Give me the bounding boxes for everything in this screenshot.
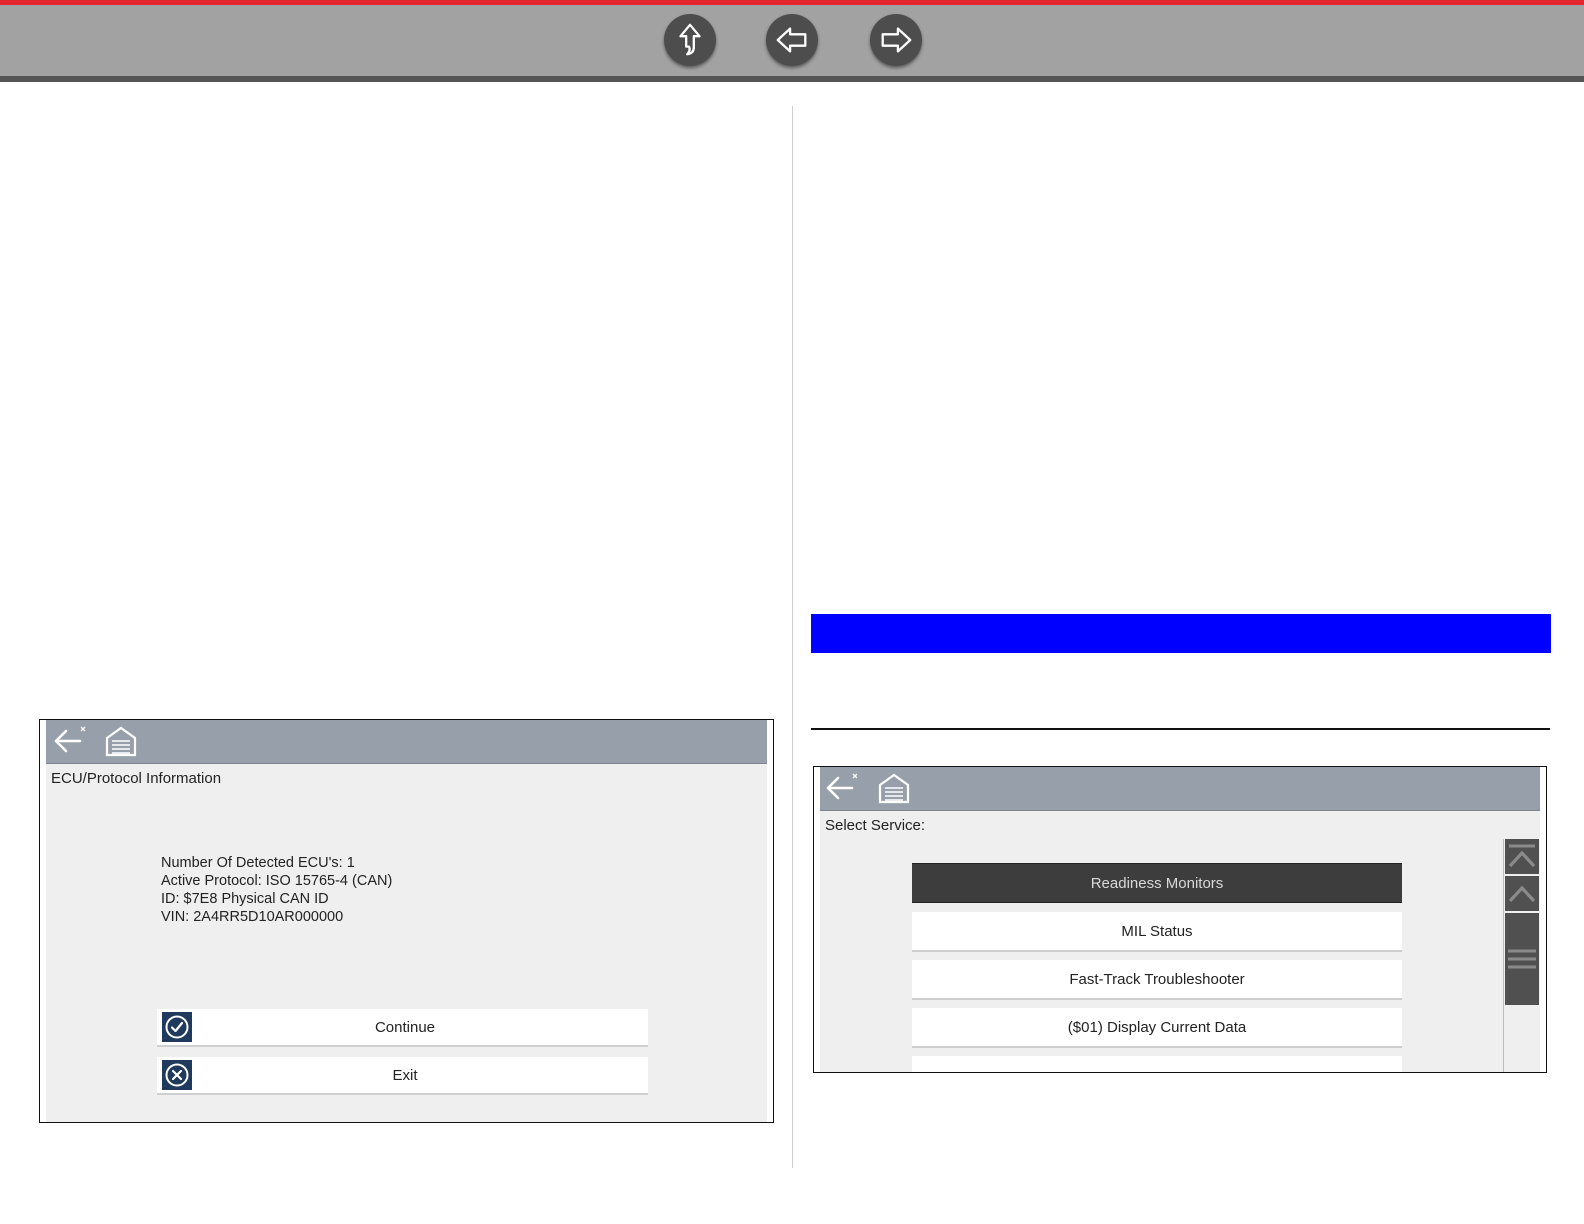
scroll-up-button[interactable]	[1505, 876, 1539, 911]
service-item-readiness-monitors[interactable]: Readiness Monitors	[912, 863, 1402, 903]
column-divider	[792, 106, 793, 1168]
scrollbar-track[interactable]	[1503, 839, 1540, 1072]
ecu-info-line: ID: $7E8 Physical CAN ID	[161, 891, 329, 907]
exit-label: Exit	[392, 1066, 418, 1084]
continue-label: Continue	[374, 1018, 436, 1036]
home-garage-icon	[105, 726, 137, 757]
back-exit-icon	[826, 773, 858, 800]
check-circle-icon	[165, 1015, 189, 1039]
screen-title: Select Service:	[825, 817, 926, 834]
up-button[interactable]	[664, 14, 716, 66]
ecu-screen-body: ECU/Protocol Information Number Of Detec…	[46, 720, 767, 1122]
x-circle-icon	[165, 1063, 189, 1087]
ecu-info-line: VIN: 2A4RR5D10AR000000	[161, 909, 344, 925]
back-exit-icon	[54, 726, 86, 753]
select-service-screen: Select Service: Readiness Monitors MIL S…	[813, 766, 1547, 1073]
check-circle-icon-wrap	[162, 1012, 192, 1042]
back-exit-button[interactable]	[824, 771, 860, 805]
home-button[interactable]	[104, 724, 138, 758]
ecu-protocol-screen: ECU/Protocol Information Number Of Detec…	[39, 719, 774, 1123]
left-arrow-icon	[776, 27, 807, 53]
up-arrow-icon	[679, 23, 701, 56]
section-highlight-bar	[811, 614, 1551, 653]
service-item-display-current-data[interactable]: ($01) Display Current Data	[912, 1008, 1402, 1048]
home-button[interactable]	[877, 771, 911, 805]
exit-button[interactable]: Exit	[157, 1057, 648, 1095]
back-exit-button[interactable]	[52, 724, 88, 758]
back-button[interactable]	[766, 14, 818, 66]
top-bar-shadow-line	[0, 76, 1584, 82]
forward-button[interactable]	[870, 14, 922, 66]
ecu-info-line: Number Of Detected ECU's: 1	[161, 855, 355, 871]
top-navigation-bar	[0, 0, 1584, 82]
right-arrow-icon	[881, 27, 912, 53]
continue-button[interactable]: Continue	[157, 1009, 648, 1047]
x-circle-icon-wrap	[162, 1060, 192, 1090]
scroll-thumb-icon	[1508, 949, 1536, 969]
screen-toolbar	[46, 720, 767, 764]
scroll-top-button[interactable]	[1505, 839, 1539, 874]
scroll-top-icon	[1508, 844, 1536, 867]
service-screen-body: Select Service: Readiness Monitors MIL S…	[820, 767, 1540, 1072]
service-item-partial[interactable]	[912, 1056, 1402, 1072]
scroll-up-icon	[1508, 885, 1536, 902]
service-item-fast-track-troubleshooter[interactable]: Fast-Track Troubleshooter	[912, 960, 1402, 1000]
screen-toolbar	[820, 767, 1540, 811]
ecu-info-line: Active Protocol: ISO 15765-4 (CAN)	[161, 873, 393, 889]
screen-title: ECU/Protocol Information	[51, 770, 222, 787]
service-item-mil-status[interactable]: MIL Status	[912, 912, 1402, 952]
section-rule-line	[811, 728, 1550, 730]
top-accent-line	[0, 0, 1584, 5]
home-garage-icon	[878, 773, 910, 804]
scroll-thumb[interactable]	[1505, 913, 1539, 1005]
ecu-info-block: Number Of Detected ECU's: 1 Active Proto…	[161, 854, 392, 926]
